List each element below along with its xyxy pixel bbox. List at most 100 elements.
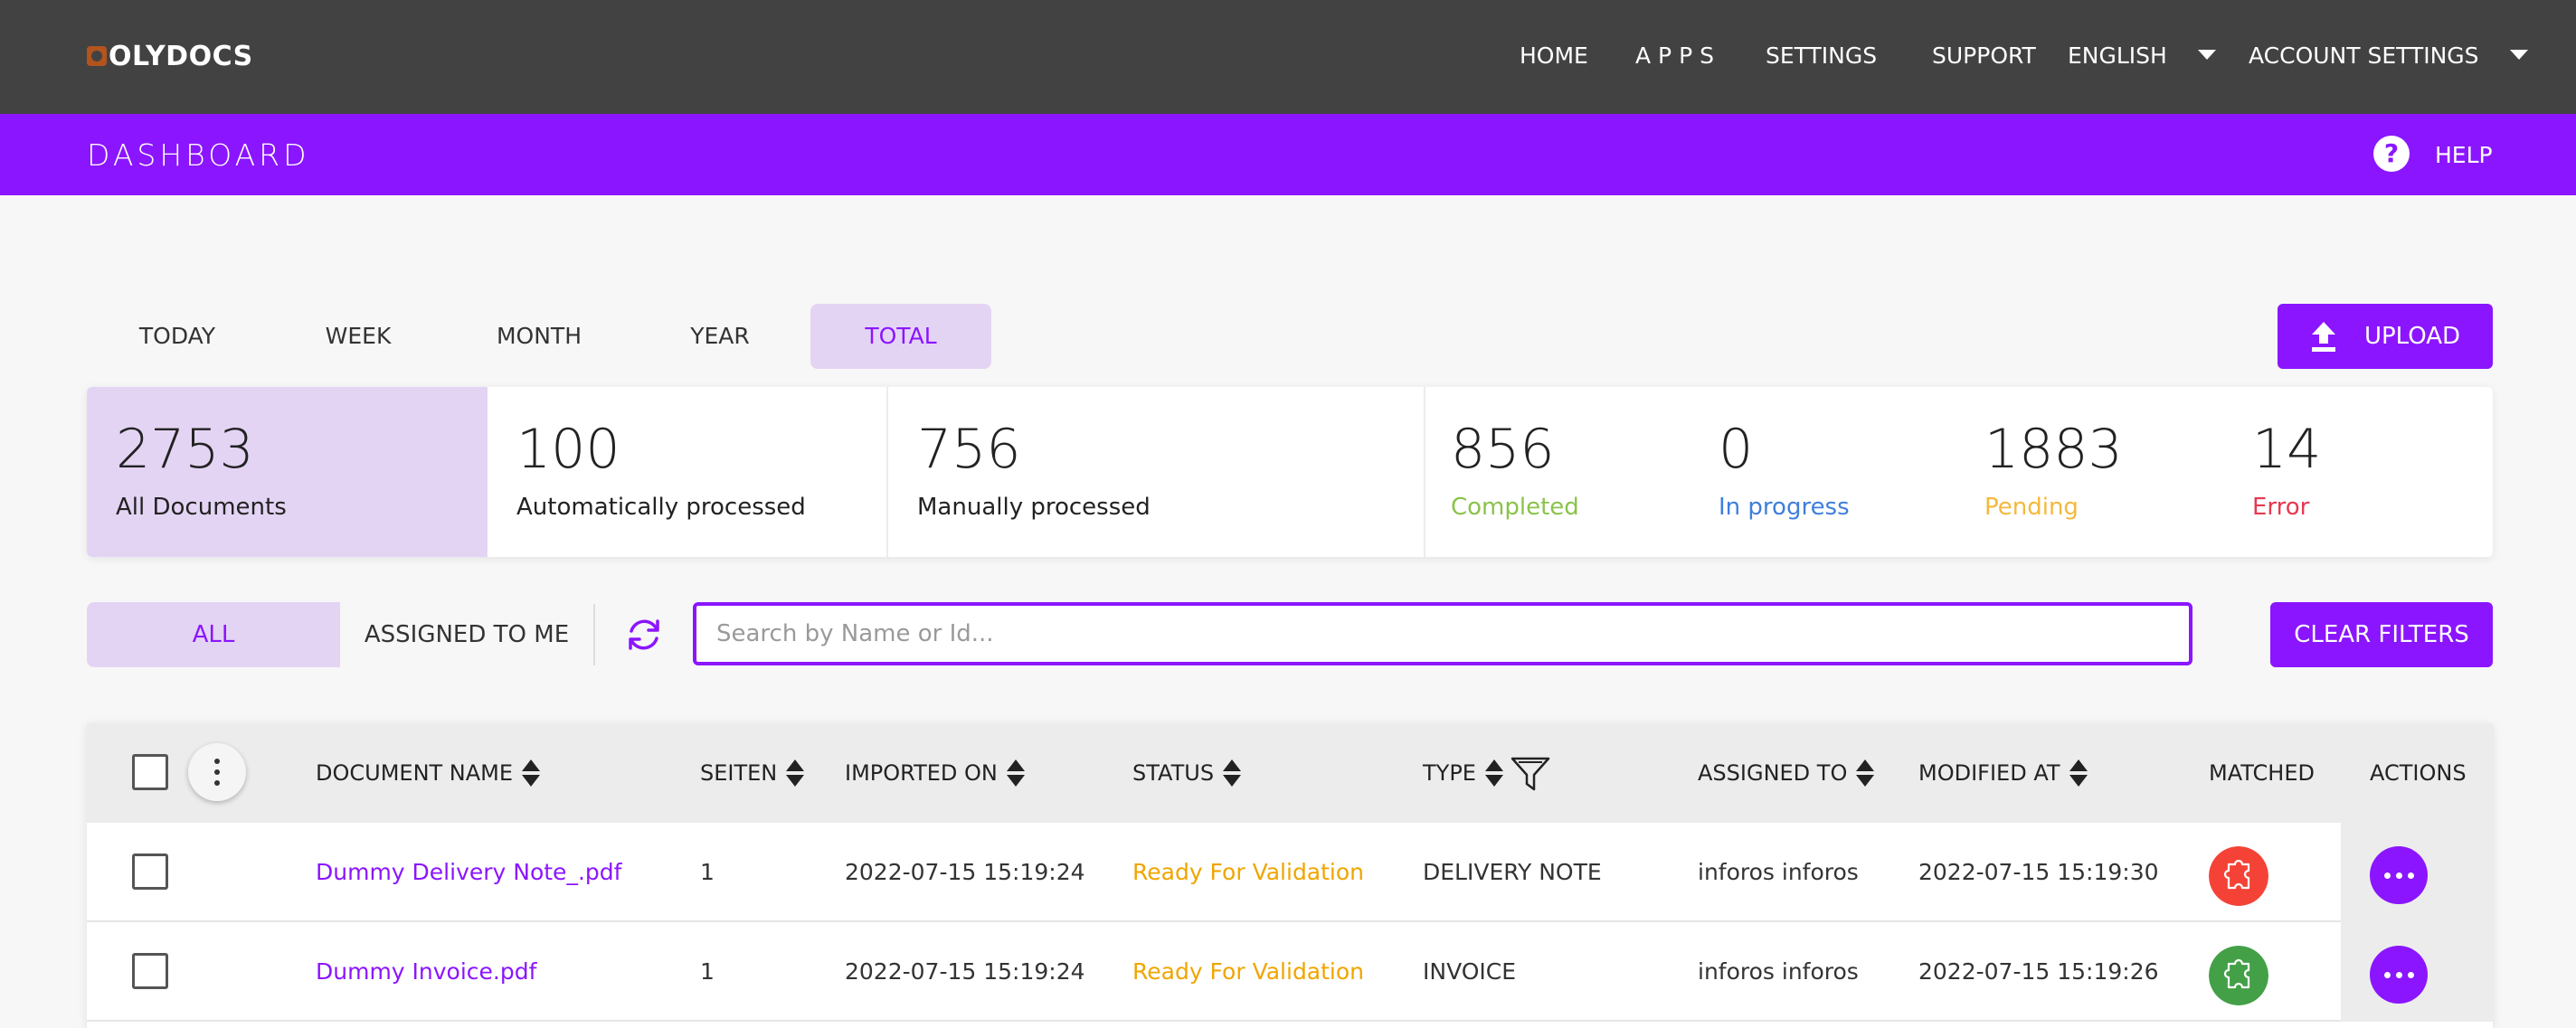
modified-at-cell: 2022-07-15 15:19:26 (1918, 958, 2159, 985)
filter-assigned-to-me-button[interactable]: ASSIGNED TO ME (340, 602, 593, 667)
language-label: ENGLISH (2068, 42, 2167, 69)
row-checkbox[interactable] (132, 854, 168, 890)
help-link[interactable]: HELP (2435, 137, 2493, 174)
stat-value: 1883 (1984, 418, 2123, 481)
page-title: DASHBOARD (87, 137, 310, 173)
nav-settings[interactable]: SETTINGS (1766, 40, 1877, 72)
stat-value: 756 (917, 418, 1021, 481)
column-document-name[interactable]: DOCUMENT NAME (316, 758, 541, 788)
row-actions-button[interactable] (2370, 946, 2428, 1004)
stat-manual-processed[interactable]: 756 Manually processed (888, 387, 1425, 557)
stat-label: In progress (1719, 494, 1850, 521)
logo-text: OLYDOCS (109, 40, 253, 72)
puzzle-piece-icon[interactable] (2209, 846, 2268, 906)
column-type[interactable]: TYPE (1423, 750, 1552, 796)
row-checkbox[interactable] (132, 953, 168, 989)
column-label: STATUS (1132, 760, 1215, 786)
stat-label: Error (2252, 494, 2310, 521)
language-dropdown[interactable]: ENGLISH (2068, 40, 2216, 72)
assigned-to-cell: inforos inforos (1698, 859, 1859, 885)
column-pages[interactable]: SEITEN (700, 758, 805, 788)
refresh-icon[interactable] (624, 615, 664, 655)
chevron-down-icon (2197, 49, 2216, 60)
stat-label: Completed (1451, 494, 1579, 521)
documents-table: DOCUMENT NAME SEITEN IMPORTED ON STATUS … (87, 723, 2493, 1028)
stat-value: 100 (516, 418, 620, 481)
stat-value: 2753 (116, 418, 254, 481)
status-cell: Ready For Validation (1132, 958, 1365, 985)
stat-status-group: 856 Completed 0 In progress 1883 Pending… (1425, 387, 2493, 557)
column-modified-at[interactable]: MODIFIED AT (1918, 758, 2088, 788)
pages-cell: 1 (700, 859, 715, 885)
table-header: DOCUMENT NAME SEITEN IMPORTED ON STATUS … (87, 723, 2493, 823)
imported-on-cell: 2022-07-15 15:19:24 (845, 859, 1085, 885)
table-row[interactable]: Dummy Invoice.pdf 1 2022-07-15 15:19:24 … (87, 922, 2493, 1022)
puzzle-piece-icon[interactable] (2209, 946, 2268, 1005)
sort-icon (522, 758, 541, 788)
stats-panel: 2753 All Documents 100 Automatically pro… (87, 387, 2493, 557)
tab-week[interactable]: WEEK (268, 304, 449, 369)
tab-today[interactable]: TODAY (87, 304, 268, 369)
filter-all-button[interactable]: ALL (87, 602, 340, 667)
column-label: ASSIGNED TO (1698, 760, 1848, 786)
help-icon[interactable]: ? (2373, 136, 2410, 172)
imported-on-cell: 2022-07-15 15:19:24 (845, 958, 1085, 985)
table-row[interactable]: Dummy Delivery Note_.pdf 1 2022-07-15 15… (87, 823, 2493, 922)
stat-label: Automatically processed (516, 494, 806, 521)
nav-home[interactable]: HOME (1520, 40, 1588, 72)
stat-all-documents[interactable]: 2753 All Documents (87, 387, 488, 557)
search-input[interactable] (693, 602, 2192, 665)
stat-label: Pending (1984, 494, 2079, 521)
column-label: TYPE (1423, 760, 1476, 786)
status-cell: Ready For Validation (1132, 859, 1365, 885)
type-cell: DELIVERY NOTE (1423, 859, 1602, 885)
document-name-link[interactable]: Dummy Delivery Note_.pdf (316, 857, 621, 888)
document-name-link[interactable]: Dummy Invoice.pdf (316, 957, 536, 987)
upload-button[interactable]: UPLOAD (2278, 304, 2493, 369)
column-imported-on[interactable]: IMPORTED ON (845, 758, 1025, 788)
sort-icon (2069, 758, 2088, 788)
stat-auto-processed[interactable]: 100 Automatically processed (488, 387, 888, 557)
account-settings-label: ACCOUNT SETTINGS (2249, 42, 2479, 69)
pages-cell: 1 (700, 958, 715, 985)
assigned-to-cell: inforos inforos (1698, 958, 1859, 985)
bulk-actions-menu-button[interactable] (188, 743, 246, 801)
column-assigned-to[interactable]: ASSIGNED TO (1698, 758, 1875, 788)
funnel-filter-icon[interactable] (1509, 751, 1552, 795)
app-logo[interactable]: OLYDOCS (87, 40, 253, 72)
stat-value: 856 (1451, 418, 1555, 481)
clear-filters-button[interactable]: CLEAR FILTERS (2270, 602, 2493, 667)
account-settings-dropdown[interactable]: ACCOUNT SETTINGS (2249, 40, 2528, 72)
chevron-down-icon (2509, 49, 2528, 60)
stat-label: Manually processed (917, 494, 1151, 521)
sort-icon (1856, 758, 1875, 788)
column-matched: MATCHED (2209, 760, 2315, 786)
column-actions: ACTIONS (2370, 760, 2467, 786)
select-all-checkbox[interactable] (132, 754, 168, 790)
upload-icon (2311, 322, 2335, 352)
type-cell: INVOICE (1423, 958, 1517, 985)
upload-label: UPLOAD (2363, 323, 2461, 350)
logo-icon (87, 46, 107, 66)
stat-value: 0 (1719, 418, 1754, 481)
tab-total[interactable]: TOTAL (810, 304, 991, 369)
stat-value: 14 (2252, 418, 2322, 481)
modified-at-cell: 2022-07-15 15:19:30 (1918, 859, 2159, 885)
top-navigation-bar: OLYDOCS HOME A P P S SETTINGS SUPPORT EN… (0, 0, 2576, 114)
nav-support[interactable]: SUPPORT (1932, 40, 2036, 72)
sort-icon (786, 758, 805, 788)
column-status[interactable]: STATUS (1132, 758, 1242, 788)
tab-year[interactable]: YEAR (630, 304, 810, 369)
stat-label: All Documents (116, 494, 287, 521)
tab-month[interactable]: MONTH (449, 304, 630, 369)
nav-apps[interactable]: A P P S (1635, 40, 1714, 72)
column-label: IMPORTED ON (845, 760, 998, 786)
column-label: SEITEN (700, 760, 778, 786)
row-actions-button[interactable] (2370, 846, 2428, 904)
sort-icon (1484, 758, 1503, 788)
column-label: DOCUMENT NAME (316, 760, 514, 786)
sort-icon (1223, 758, 1242, 788)
column-label: MODIFIED AT (1918, 760, 2060, 786)
sort-icon (1006, 758, 1025, 788)
filter-divider (593, 604, 595, 665)
